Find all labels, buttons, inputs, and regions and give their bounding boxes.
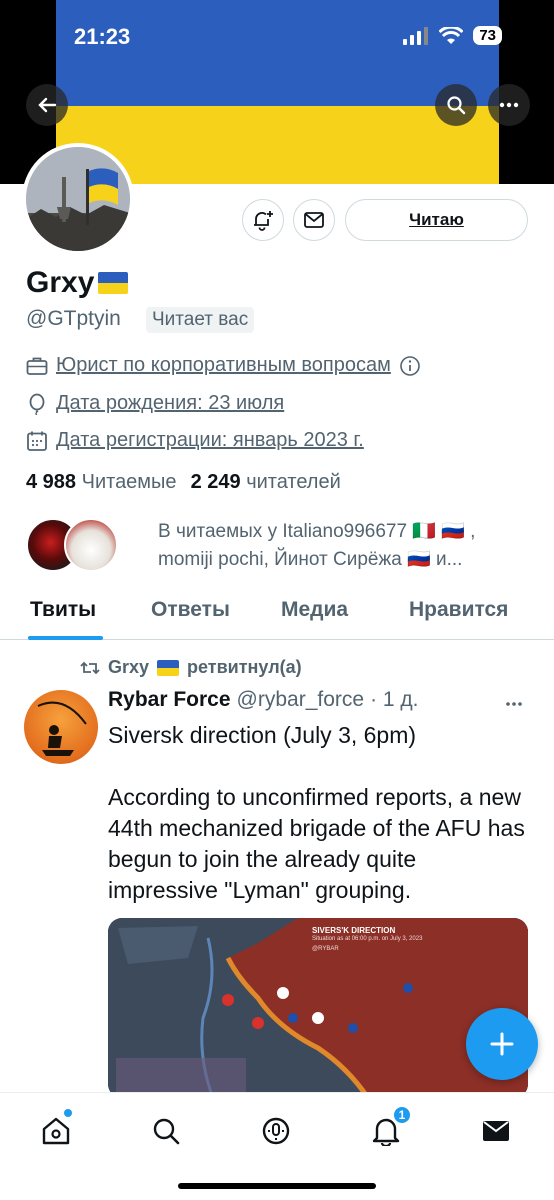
profile-avatar[interactable]	[22, 143, 134, 255]
tweet-author-handle[interactable]: @rybar_force	[237, 688, 365, 712]
display-name-text: Grxy	[26, 266, 95, 299]
following-button[interactable]: Читаю	[345, 199, 528, 241]
follow-stats: 4 988 Читаемые 2 249 читателей	[26, 471, 341, 494]
display-name: Grxy	[26, 266, 129, 300]
followers-stat[interactable]: 2 249 читателей	[191, 471, 341, 494]
calendar-icon	[27, 431, 47, 451]
nav-notifications[interactable]: 1	[366, 1105, 412, 1151]
tweet-author-name[interactable]: Rybar Force	[108, 688, 231, 712]
following-label: Читаемые	[81, 471, 177, 493]
followers-label: читателей	[246, 471, 341, 493]
tweet-text: Siversk direction (July 3, 6pm) Accordin…	[108, 722, 525, 903]
envelope-icon	[483, 1121, 509, 1141]
follows-you-badge: Читает вас	[146, 307, 255, 333]
bell-plus-icon	[254, 211, 273, 231]
info-icon[interactable]	[399, 355, 421, 377]
occupation-row[interactable]: Юрист по корпоративным вопросам	[26, 354, 421, 377]
tweet-time: · 1 д.	[370, 688, 419, 711]
message-button[interactable]	[293, 199, 335, 241]
tweet-author-avatar[interactable]	[24, 690, 98, 764]
known-follower-avatar	[64, 518, 118, 572]
compose-tweet-button[interactable]	[466, 1008, 538, 1080]
followers-count: 2 249	[190, 471, 241, 493]
joined-text: Дата регистрации: январь 2023 г.	[56, 429, 364, 451]
tab-tweets[interactable]: Твиты	[30, 598, 96, 622]
known-followers[interactable]: В читаемых у Italiano996677 🇮🇹 🇷🇺 , momi…	[26, 518, 536, 576]
retweet-indicator: Grxy ретвитнул(а)	[80, 657, 302, 678]
occupation-text: Юрист по корпоративным вопросам	[56, 354, 391, 376]
search-button[interactable]	[435, 84, 477, 126]
retweeted-by-name[interactable]: Grxy	[108, 657, 149, 678]
battery-indicator: 73	[473, 26, 502, 45]
tab-replies[interactable]: Ответы	[151, 598, 230, 622]
spaces-icon	[262, 1117, 290, 1145]
tweet-media-image[interactable]: SIVERS'K DIRECTION Situation as at 06:00…	[108, 918, 528, 1098]
notify-button[interactable]	[242, 199, 284, 241]
wifi-icon	[439, 26, 464, 44]
nav-messages[interactable]	[476, 1111, 516, 1151]
retweet-icon	[80, 661, 100, 674]
nav-spaces[interactable]	[256, 1111, 296, 1151]
more-icon	[506, 702, 522, 706]
more-options-button[interactable]	[488, 84, 530, 126]
status-time: 21:23	[74, 24, 131, 49]
avatar-image	[26, 147, 130, 251]
back-button[interactable]	[26, 84, 68, 126]
fisherman-silhouette-icon	[37, 701, 87, 756]
birthday-row: Дата рождения: 23 июля	[26, 392, 284, 415]
banner-flag-blue	[56, 0, 499, 106]
retweet-label: ретвитнул(а)	[187, 657, 302, 677]
ukraine-flag-icon	[98, 272, 129, 294]
status-icons: 73	[403, 26, 502, 45]
map-title: SIVERS'K DIRECTION	[312, 926, 396, 935]
notifications-badge: 1	[392, 1105, 412, 1125]
map-brand: @RYBAR	[312, 946, 339, 952]
following-stat[interactable]: 4 988 Читаемые	[26, 471, 177, 494]
more-icon	[499, 102, 519, 108]
map-graphic	[108, 918, 528, 1098]
home-new-dot	[64, 1109, 72, 1117]
nav-search[interactable]	[146, 1111, 186, 1151]
tweet-header: Rybar Force @rybar_force · 1 д.	[108, 688, 419, 712]
map-subtitle: Situation as at 06:00 p.m. on July 3, 20…	[312, 936, 423, 942]
search-icon	[447, 96, 466, 115]
profile-tabs: Твиты Ответы Медиа Нравится	[0, 588, 554, 640]
joined-row: Дата регистрации: январь 2023 г.	[26, 429, 364, 452]
plus-icon	[490, 1032, 514, 1056]
birthday-text: Дата рождения: 23 июля	[56, 392, 285, 414]
search-icon	[153, 1118, 180, 1145]
back-arrow-icon	[38, 97, 57, 113]
home-icon	[42, 1117, 70, 1145]
tweet-more-button[interactable]	[505, 690, 523, 713]
envelope-icon	[304, 212, 324, 228]
tab-likes[interactable]: Нравится	[409, 598, 508, 622]
signal-icon	[403, 26, 429, 45]
briefcase-icon	[26, 357, 48, 375]
known-followers-text: В читаемых у Italiano996677 🇮🇹 🇷🇺 , momi…	[158, 521, 476, 570]
bottom-navigation: 1	[0, 1092, 554, 1200]
following-count: 4 988	[26, 471, 77, 493]
balloon-icon	[29, 393, 45, 415]
home-indicator	[178, 1183, 376, 1189]
ukraine-flag-icon	[157, 659, 180, 676]
active-tab-indicator	[28, 636, 103, 640]
nav-home[interactable]	[36, 1109, 76, 1151]
tab-media[interactable]: Медиа	[281, 598, 348, 622]
profile-handle: @GTptyin	[26, 307, 121, 330]
